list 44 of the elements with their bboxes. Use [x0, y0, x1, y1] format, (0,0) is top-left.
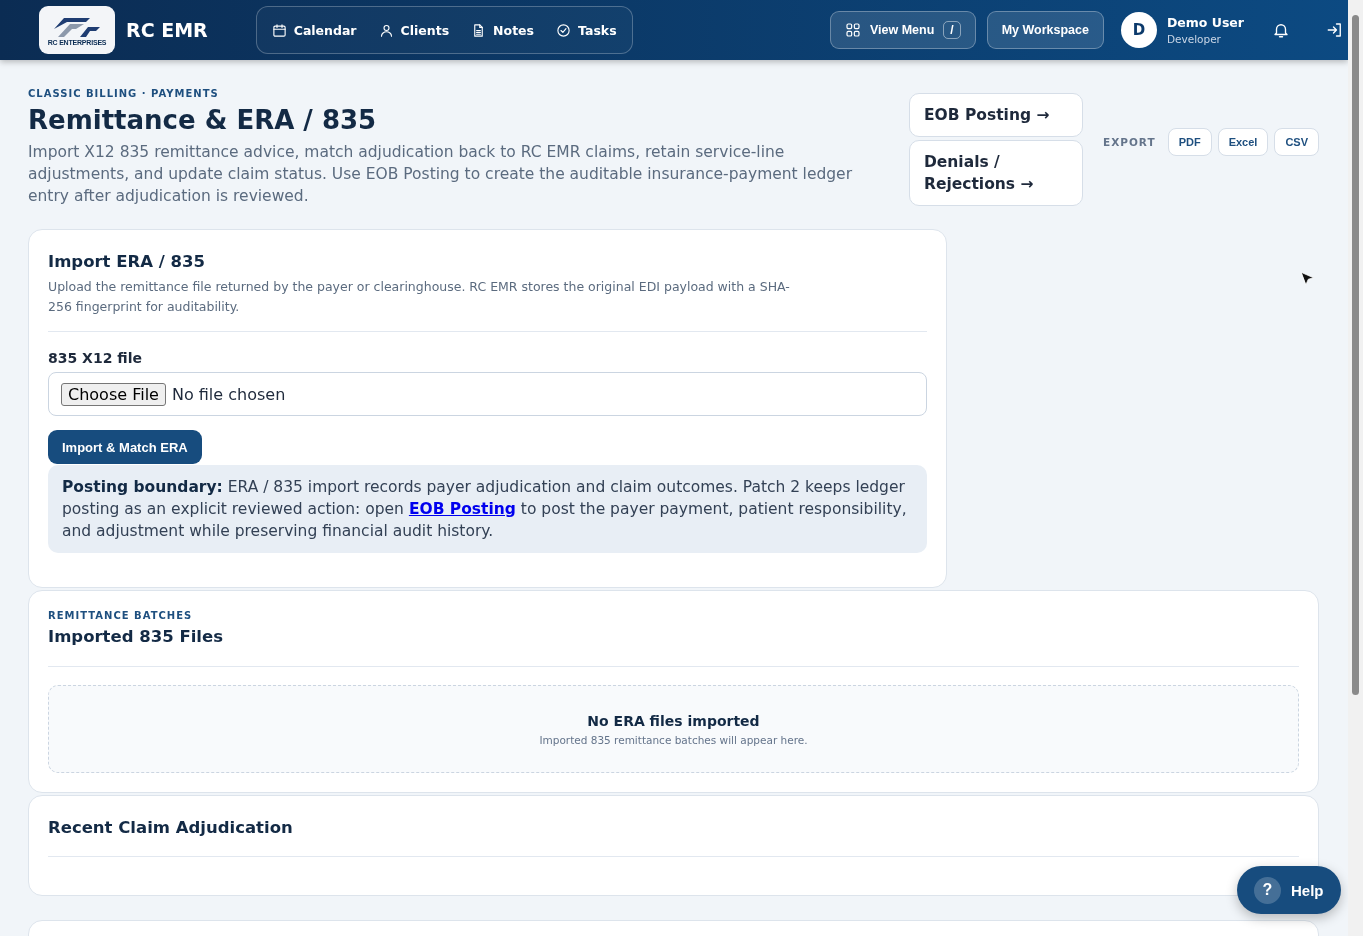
breadcrumb: CLASSIC BILLING · PAYMENTS [28, 88, 220, 99]
help-button[interactable]: ? Help [1237, 866, 1341, 914]
card-description: Upload the remittance file returned by the payer or clearinghouse. RC EMR stores the original EDI payload with a SHA-256 fingerprint for auditability. [48, 278, 791, 316]
page-description: Import X12 835 remittance advice, match adjudication back to RC EMR claims, retain service-line adjustments, and update claim status. Use EOB Posting to create the auditable insurance-payment ledger entry after adjudication is reviewed. [28, 142, 854, 207]
card-title: Recent Claim Adjudication [48, 818, 294, 837]
bell-icon [1272, 21, 1290, 39]
page-link-button[interactable]: EOB Posting → [908, 93, 1083, 137]
nav-link[interactable]: Tasks [547, 16, 626, 44]
empty-state-text: Imported 835 remittance batches will appear here. [539, 733, 808, 746]
field-label: 835 X12 file [48, 350, 143, 366]
export-label: EXPORT [1102, 136, 1156, 148]
section-eyebrow: REMITTANCE BATCHES [48, 610, 194, 621]
file-status: No file chosen [171, 384, 286, 404]
nav-link[interactable]: Notes [462, 16, 544, 44]
user-role: Developer [1166, 33, 1222, 45]
card-title: Imported 835 Files [48, 627, 225, 646]
sign-in-icon [1326, 21, 1344, 39]
shortcut-key: / [943, 21, 961, 39]
eob-posting-link[interactable]: EOB Posting [408, 500, 516, 518]
workspace-button[interactable]: My Workspace [986, 11, 1104, 49]
view-menu-button[interactable]: View Menu / [829, 11, 976, 49]
help-icon: ? [1254, 876, 1281, 904]
check-circle-icon [556, 22, 572, 38]
notice-text: Posting boundary: ERA / 835 import records payer adjudication and claim outcomes. Patch 2 keeps ledger posting as an explicit reviewed action: open EOB Posting to post the payer payment, patient responsibility, and adjustment while preserving financial audit history. [48, 465, 927, 553]
page-title: Remittance & ERA / 835 [28, 105, 378, 135]
button-label: View Menu [869, 23, 935, 37]
app-name: RC EMR [126, 19, 208, 41]
choose-file-button[interactable]: Choose File [61, 382, 166, 406]
person-icon [378, 22, 394, 38]
export-button[interactable]: PDF [1167, 128, 1212, 156]
scrollbar-thumb[interactable] [1352, 15, 1359, 695]
calendar-icon [271, 22, 287, 38]
user-avatar: D [1120, 12, 1157, 48]
card-title: Import ERA / 835 [48, 252, 206, 271]
grid-icon [844, 22, 861, 38]
nav-link[interactable]: Clients [369, 16, 459, 44]
user-name: Demo User [1166, 15, 1244, 30]
nav-link[interactable]: Calendar [262, 16, 366, 44]
export-button[interactable]: Excel [1217, 128, 1269, 156]
page-link-button[interactable]: Denials / Rejections → [908, 140, 1083, 206]
empty-state-title: No ERA files imported [587, 712, 760, 729]
file-input-field[interactable]: Choose File No file chosen [48, 372, 927, 416]
export-button[interactable]: CSV [1274, 128, 1319, 156]
import-button[interactable]: Import & Match ERA [48, 430, 202, 464]
